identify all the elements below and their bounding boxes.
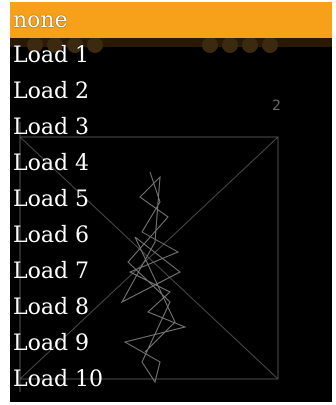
dropdown-option-load-8[interactable]: Load 8 bbox=[10, 290, 332, 326]
dropdown-list-window: 2 none Load 1 Load 2 Load 3 Load 4 Load … bbox=[10, 2, 332, 402]
dropdown-option-label: Load 1 bbox=[13, 43, 90, 68]
dropdown-option-label: none bbox=[13, 8, 68, 33]
dropdown-option-label: Load 5 bbox=[13, 187, 90, 212]
dropdown-option-load-1[interactable]: Load 1 bbox=[10, 38, 332, 74]
dropdown-option-label: Load 3 bbox=[13, 115, 90, 140]
dropdown-option-load-9[interactable]: Load 9 bbox=[10, 326, 332, 362]
dropdown-option-load-7[interactable]: Load 7 bbox=[10, 254, 332, 290]
dropdown-option-label: Load 6 bbox=[13, 223, 90, 248]
dropdown-option-label: Load 8 bbox=[13, 295, 90, 320]
dropdown-option-load-2[interactable]: Load 2 bbox=[10, 74, 332, 110]
load-preset-dropdown-list: none Load 1 Load 2 Load 3 Load 4 Load 5 … bbox=[10, 2, 332, 398]
dropdown-option-load-4[interactable]: Load 4 bbox=[10, 146, 332, 182]
dropdown-option-label: Load 4 bbox=[13, 151, 90, 176]
dropdown-option-label: Load 7 bbox=[13, 259, 90, 284]
dropdown-option-load-6[interactable]: Load 6 bbox=[10, 218, 332, 254]
dropdown-option-label: Load 10 bbox=[13, 367, 104, 392]
dropdown-option-load-5[interactable]: Load 5 bbox=[10, 182, 332, 218]
dropdown-option-label: Load 9 bbox=[13, 331, 90, 356]
dropdown-option-label: Load 2 bbox=[13, 79, 90, 104]
dropdown-option-none[interactable]: none bbox=[10, 2, 332, 38]
dropdown-option-load-3[interactable]: Load 3 bbox=[10, 110, 332, 146]
dropdown-option-load-10[interactable]: Load 10 bbox=[10, 362, 332, 398]
